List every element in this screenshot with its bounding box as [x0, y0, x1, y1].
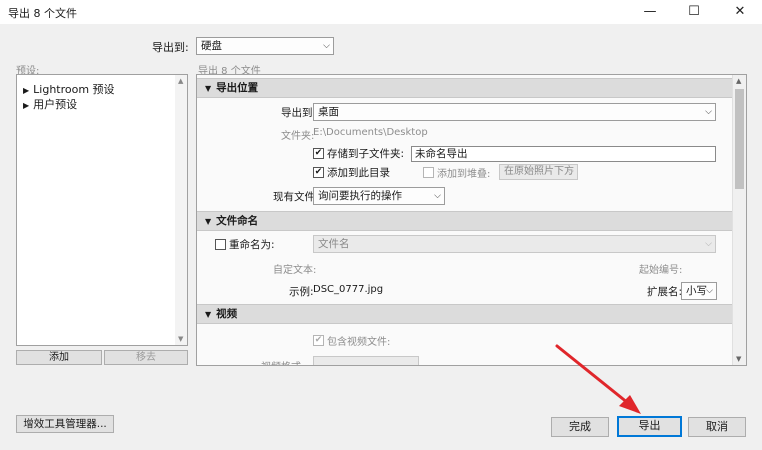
scroll-down-icon[interactable]: ▼ [736, 355, 741, 363]
preset-item-lightroom[interactable]: ▶ Lightroom 预设 [23, 81, 115, 97]
expand-triangle-icon: ▶ [23, 86, 30, 95]
location-export-to-dropdown[interactable]: 桌面 ⌵ [313, 103, 716, 121]
include-video-label: 包含视频文件: [327, 337, 391, 348]
add-stack-checkbox[interactable] [423, 167, 434, 178]
collapse-triangle-icon: ▼ [205, 217, 212, 226]
scroll-down-icon[interactable]: ▼ [178, 335, 183, 343]
extension-label: 扩展名: [647, 286, 683, 298]
extension-value: 小写 [686, 285, 707, 297]
section-title: 视频 [216, 308, 238, 320]
done-button[interactable]: 完成 [551, 417, 609, 437]
rename-template-value: 文件名 [318, 238, 350, 250]
custom-text-label: 自定文本: [273, 265, 317, 276]
video-format-dropdown[interactable] [313, 356, 419, 365]
subfolder-checkbox[interactable]: ✔ [313, 148, 324, 159]
chevron-down-icon: ⌵ [705, 239, 712, 249]
location-export-to-value: 桌面 [318, 106, 339, 118]
export-to-label: 导出到: [152, 41, 189, 54]
chevron-down-icon: ⌵ [434, 191, 441, 201]
location-export-to-label: 导出到: [281, 107, 317, 119]
scroll-up-icon[interactable]: ▲ [178, 77, 183, 85]
section-file-naming[interactable]: ▼ 文件命名 [197, 211, 732, 231]
preset-tree: ▶ Lightroom 预设 ▶ 用户预设 ▲ ▼ [16, 74, 188, 346]
cancel-button[interactable]: 取消 [688, 417, 746, 437]
export-to-value: 硬盘 [201, 40, 222, 52]
stack-position-value: 在原始照片下方 [504, 166, 574, 177]
collapse-triangle-icon: ▼ [205, 84, 212, 93]
collapse-triangle-icon: ▼ [205, 310, 212, 319]
subfolder-label: 存储到子文件夹: [327, 148, 405, 160]
video-format-label: 视频格式: [261, 358, 304, 365]
start-number-label: 起始编号: [639, 265, 683, 276]
minimize-button[interactable]: — [628, 0, 672, 24]
maximize-button[interactable]: ☐ [672, 0, 716, 24]
export-to-dropdown[interactable]: 硬盘 ⌵ [196, 37, 334, 55]
chevron-down-icon: ⌵ [706, 286, 713, 296]
existing-files-label: 现有文件: [273, 191, 319, 203]
preset-item-label: Lightroom 预设 [33, 83, 115, 96]
add-stack-label: 添加到堆叠: [437, 169, 491, 180]
stack-position-dropdown[interactable]: 在原始照片下方 ⌵ [499, 164, 578, 180]
rename-checkbox[interactable] [215, 239, 226, 250]
scroll-thumb[interactable] [735, 89, 744, 189]
rename-label: 重命名为: [229, 239, 275, 251]
existing-files-dropdown[interactable]: 询问要执行的操作 ⌵ [313, 187, 445, 205]
remove-preset-button[interactable]: 移去 [104, 350, 188, 365]
close-button[interactable]: ✕ [718, 0, 762, 24]
scroll-up-icon[interactable]: ▲ [736, 77, 741, 85]
rename-template-dropdown[interactable]: 文件名 ⌵ [313, 235, 716, 253]
preset-scrollbar[interactable]: ▲ ▼ [175, 75, 187, 345]
chevron-down-icon: ⌵ [567, 167, 574, 177]
export-button[interactable]: 导出 [617, 416, 682, 437]
add-catalog-label: 添加到此目录 [327, 167, 390, 179]
section-title: 文件命名 [216, 215, 259, 227]
add-catalog-checkbox[interactable]: ✔ [313, 167, 324, 178]
extension-dropdown[interactable]: 小写 ⌵ [681, 282, 717, 300]
folder-label: 文件夹: [281, 131, 315, 142]
preset-item-user[interactable]: ▶ 用户预设 [23, 96, 77, 112]
settings-panel: ▼ 导出位置 导出到: 桌面 ⌵ 文件夹: E:\Documents\Deskto… [196, 74, 747, 366]
chevron-down-icon: ⌵ [323, 41, 330, 51]
existing-files-value: 询问要执行的操作 [318, 190, 402, 202]
subfolder-name-input[interactable]: 未命名导出 [411, 146, 716, 162]
plugin-manager-button[interactable]: 增效工具管理器... [16, 415, 114, 433]
section-video[interactable]: ▼ 视频 [197, 304, 732, 324]
include-video-checkbox[interactable]: ✔ [313, 335, 324, 346]
settings-scrollbar[interactable]: ▲ ▼ [732, 75, 746, 365]
add-preset-button[interactable]: 添加 [16, 350, 102, 365]
window-title: 导出 8 个文件 [8, 7, 77, 20]
expand-triangle-icon: ▶ [23, 101, 30, 110]
title-bar: 导出 8 个文件 — ☐ ✕ [0, 0, 762, 24]
preset-item-label: 用户预设 [33, 98, 78, 111]
section-title: 导出位置 [216, 82, 259, 94]
example-label: 示例: [289, 286, 314, 298]
chevron-down-icon: ⌵ [705, 107, 712, 117]
folder-path: E:\Documents\Desktop [313, 127, 428, 138]
section-export-location[interactable]: ▼ 导出位置 [197, 78, 732, 98]
example-filename: DSC_0777.jpg [313, 284, 384, 295]
